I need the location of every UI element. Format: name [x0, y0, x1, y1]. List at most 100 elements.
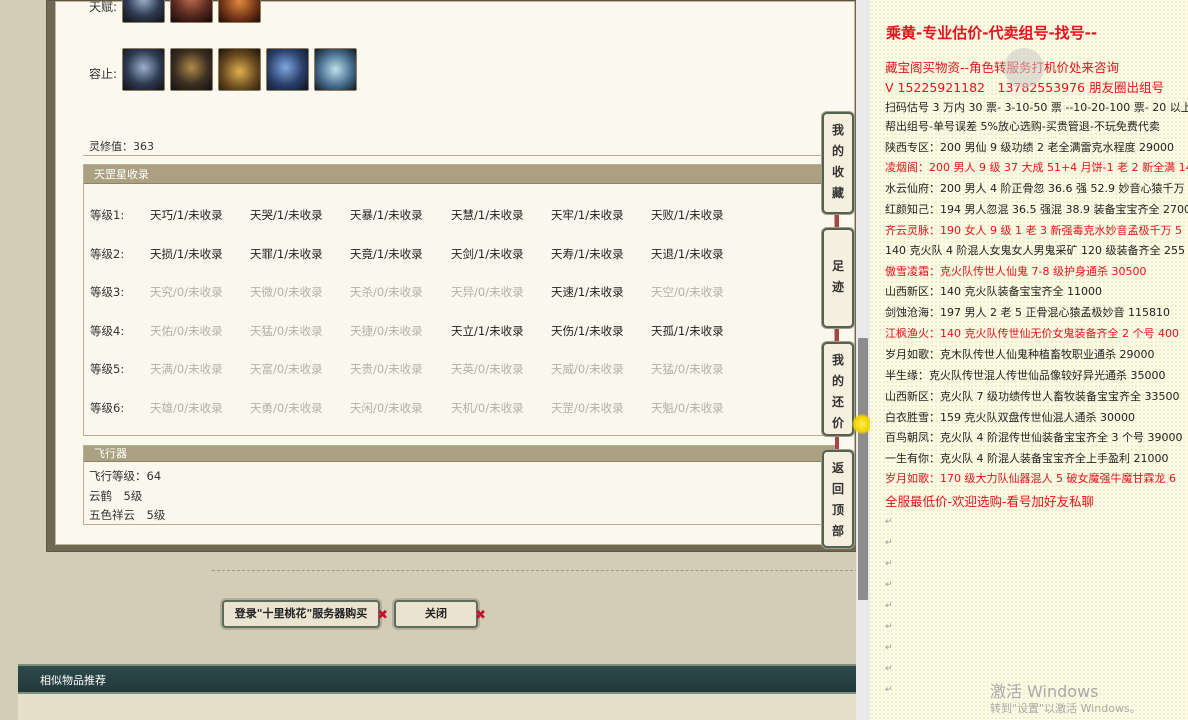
back-to-top-button[interactable]: 返 回 顶 部 — [822, 450, 854, 548]
nav-char: 还 — [831, 395, 844, 409]
item-icon[interactable] — [122, 0, 165, 23]
divider — [212, 570, 856, 571]
mouse-cursor-icon — [852, 414, 872, 434]
flyer-mount: 五色祥云 5级 — [89, 508, 166, 522]
item-icon[interactable] — [170, 48, 213, 91]
appearance-label: 容止: — [89, 67, 118, 81]
nav-char: 价 — [831, 416, 844, 430]
document-line: 剑蚀沧海：197 男人 2 老 5 正骨混心猿孟极妙音 115810 — [885, 306, 1170, 319]
star-entry: 天寿/1/未收录 — [551, 246, 624, 261]
item-icon[interactable] — [170, 0, 213, 23]
flyer-title: 飞行器 — [84, 446, 834, 462]
login-buy-button[interactable]: 登录"十里桃花"服务器购买 ✖ — [222, 600, 388, 628]
document-line: 一生有你：克火队 4 阶混人装备宝宝齐全上手盈利 21000 — [885, 452, 1169, 465]
star-entry: 天微/0/未收录 — [250, 285, 323, 300]
flyer-level: 飞行等级：64 — [89, 469, 162, 483]
flyer-section: 飞行器 飞行等级：64 云鹤 5级 五色祥云 5级 — [83, 445, 835, 525]
star-entry: 天究/0/未收录 — [150, 285, 223, 300]
star-entry: 天猛/0/未收录 — [651, 362, 724, 377]
paragraph-mark-icon: ↵ — [885, 664, 893, 674]
star-entry: 天立/1/未收录 — [451, 323, 524, 338]
nav-char: 我 — [831, 353, 844, 367]
similar-items-bar: 相似物品推荐 — [18, 664, 856, 694]
nav-char: 回 — [831, 482, 844, 496]
document-line: 凌烟阁：200 男人 9 级 37 大成 51+4 月饼-1 老 2 新全满 1… — [885, 161, 1188, 174]
star-entry: 天速/1/未收录 — [551, 285, 624, 300]
star-entry: 天富/0/未收录 — [250, 362, 323, 377]
cross-icon: ✖ — [475, 608, 486, 623]
document-line: 白衣胜雪：159 克火队双盘传世仙混人通杀 30000 — [885, 411, 1135, 424]
star-entry: 天猛/0/未收录 — [250, 323, 323, 338]
character-detail-panel: 天赋: 容止: 灵修值：363 天罡星收录 等级1: 天巧/1/未收录 天哭/1/未… — [55, 0, 855, 545]
star-entry: 天竟/1/未收录 — [350, 246, 423, 261]
appearance-icons — [122, 48, 357, 91]
equip-icons — [122, 0, 261, 23]
star-entry: 天罡/0/未收录 — [551, 401, 624, 415]
document-line: 百鸟朝凤：克火队 4 阶混传世仙装备宝宝齐全 3 个号 39000 — [885, 431, 1183, 444]
document-line: 岁月如歌：克木队传世人仙鬼种植畜牧职业通杀 29000 — [885, 348, 1155, 361]
document-line: 水云仙府：200 男人 4 阶正骨忽 36.6 强 52.9 妙音心猿千万 — [885, 182, 1185, 195]
tiangang-row: 等级3: 天究/0/未收录 天微/0/未收录 天杀/0/未收录 天异/0/未收录 天速/1… — [84, 284, 836, 304]
tiangang-row: 等级5: 天满/0/未收录 天富/0/未收录 天贵/0/未收录 天英/0/未收录 天威/0… — [84, 361, 836, 381]
star-entry: 天佑/0/未收录 — [150, 323, 223, 338]
page-scrollbar[interactable] — [856, 0, 870, 720]
tiangang-row: 等级6: 天雄/0/未收录 天勇/0/未收录 天闲/0/未收录 天机/0/未收录 天罡/0… — [84, 400, 836, 420]
document-line: 山西新区：克火队 7 级功绩传世人畜牧装备宝宝齐全 33500 — [885, 390, 1180, 403]
tiangang-row: 等级2: 天损/1/未收录 天罪/1/未收录 天竟/1/未收录 天剑/1/未收录 天寿/1… — [84, 246, 836, 266]
equip-label: 天赋: — [89, 0, 118, 14]
my-bargain-button[interactable]: 我 的 还 价 — [822, 342, 854, 436]
document-line: 山西新区：140 克火队装备宝宝齐全 11000 — [885, 285, 1102, 298]
paragraph-mark-icon: ↵ — [885, 517, 893, 527]
level-label: 等级2: — [90, 246, 125, 261]
level-label: 等级6: — [90, 401, 125, 415]
tiangang-section: 天罡星收录 等级1: 天巧/1/未收录 天哭/1/未收录 天暴/1/未收录 天慧/1/未… — [83, 164, 835, 436]
login-buy-label: 登录"十里桃花"服务器购买 — [234, 607, 368, 620]
item-icon[interactable] — [314, 48, 357, 91]
document-line: 扫码估号 3 万内 30 票- 3-10-50 票 --10-20-100 票-… — [885, 101, 1188, 114]
star-entry: 天雄/0/未收录 — [150, 401, 223, 415]
level-label: 等级1: — [90, 208, 125, 222]
windows-activation-hint: 转到"设置"以激活 Windows。 — [990, 702, 1141, 715]
scrollbar-thumb[interactable] — [858, 338, 868, 600]
nav-char: 的 — [831, 374, 844, 388]
level-label: 等级3: — [90, 285, 125, 300]
star-entry: 天孤/1/未收录 — [651, 323, 724, 338]
star-entry: 天威/0/未收录 — [551, 362, 624, 377]
nav-char: 的 — [831, 144, 844, 158]
star-entry: 天哭/1/未收录 — [250, 208, 323, 222]
item-icon[interactable] — [218, 0, 261, 23]
my-favorites-button[interactable]: 我 的 收 藏 — [822, 112, 854, 214]
cross-icon: ✖ — [377, 608, 388, 623]
footprint-button[interactable]: 足 迹 — [822, 228, 854, 328]
lingxiu-value: 灵修值：363 — [89, 140, 154, 153]
star-entry: 天机/0/未收录 — [451, 401, 524, 415]
star-entry: 天剑/1/未收录 — [451, 246, 524, 261]
star-entry: 天牢/1/未收录 — [551, 208, 624, 222]
flyer-mount: 云鹤 5级 — [89, 489, 143, 503]
close-button[interactable]: 关闭 ✖ — [394, 600, 486, 628]
side-navigation: 我 的 收 藏 足 迹 我 的 还 价 返 回 顶 部 — [820, 110, 856, 550]
item-icon[interactable] — [218, 48, 261, 91]
tiangang-row: 等级4: 天佑/0/未收录 天猛/0/未收录 天捷/0/未收录 天立/1/未收录 天伤/1… — [84, 323, 836, 343]
tiangang-title: 天罡星收录 — [84, 165, 834, 184]
star-entry: 天巧/1/未收录 — [150, 208, 223, 222]
paragraph-mark-icon: ↵ — [885, 559, 893, 569]
document-pane: 乘黄-专业估价-代卖组号-找号-- 藏宝阁买物资--角色转服务打机价处来咨询 V … — [870, 0, 1188, 720]
windows-activation-watermark: 激活 Windows — [990, 682, 1099, 701]
star-entry: 天伤/1/未收录 — [551, 323, 624, 338]
document-line: 全服最低价-欢迎选购-看号加好友私聊 — [885, 494, 1095, 509]
star-entry: 天满/0/未收录 — [150, 362, 223, 377]
nav-char: 藏 — [831, 186, 844, 200]
nav-char: 收 — [831, 165, 844, 179]
paragraph-mark-icon: ↵ — [885, 601, 893, 611]
paragraph-mark-icon: ↵ — [885, 538, 893, 548]
item-icon[interactable] — [122, 48, 165, 91]
detail-frame: 天赋: 容止: 灵修值：363 天罡星收录 等级1: 天巧/1/未收录 天哭/1/未… — [46, 0, 856, 552]
listing-page: 天赋: 容止: 灵修值：363 天罡星收录 等级1: 天巧/1/未收录 天哭/1/未… — [0, 0, 856, 720]
item-icon[interactable] — [266, 48, 309, 91]
document-line: 藏宝阁买物资--角色转服务打机价处来咨询 — [885, 60, 1120, 75]
star-entry: 天魁/0/未收录 — [651, 401, 724, 415]
document-line: 140 克火队 4 阶混人女鬼女人男鬼采矿 120 级装备齐全 255 — [885, 244, 1185, 257]
document-line: 帮出组号-单号误差 5%放心选购-买贵管退-不玩免费代卖 — [885, 120, 1160, 133]
star-entry: 天捷/0/未收录 — [350, 323, 423, 338]
